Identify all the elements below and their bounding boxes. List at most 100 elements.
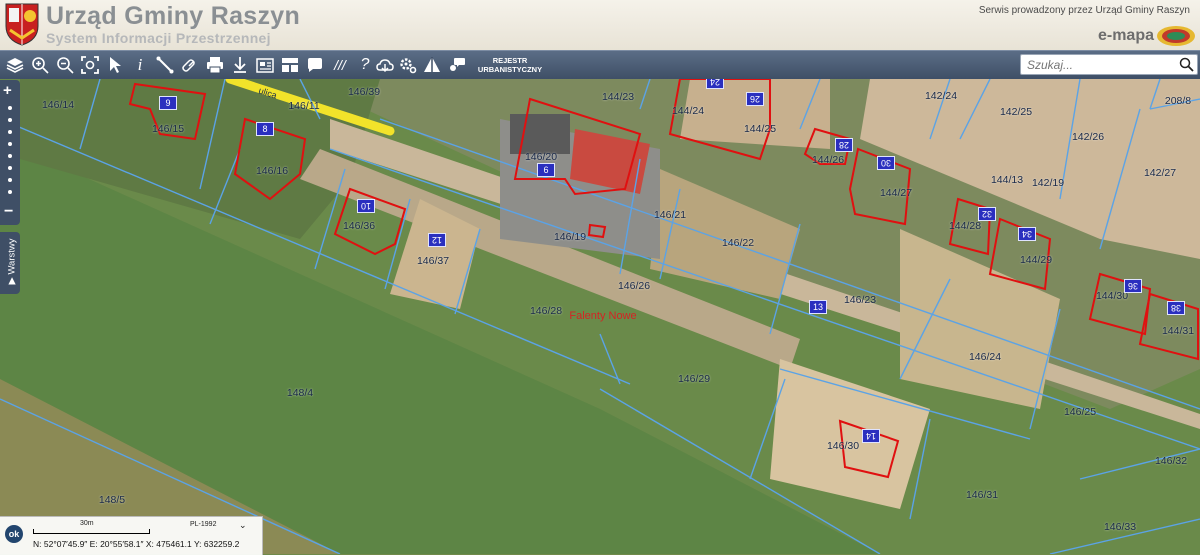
- building-number-30: 30: [877, 156, 895, 170]
- rejestr-urbanistyczny-button[interactable]: REJESTR URBANISTYCZNY: [474, 56, 546, 74]
- zoom-in-icon[interactable]: [29, 54, 51, 76]
- pin-icon[interactable]: [229, 54, 251, 76]
- scale-bar: [33, 529, 150, 534]
- parcel-label-146-22: 146/22: [721, 237, 755, 249]
- zoom-minus-button[interactable]: −: [4, 203, 13, 221]
- link-icon[interactable]: [179, 54, 201, 76]
- building-number-10: 10: [357, 199, 375, 213]
- parcel-label-146-26: 146/26: [617, 280, 651, 292]
- toolbar: i /// ? REJESTR URBANISTYCZNY: [0, 50, 1200, 79]
- triangle-icon[interactable]: [421, 54, 443, 76]
- zoom-level-dot[interactable]: [8, 178, 12, 182]
- status-panel: ok 30m PL-1992 ⌄ N: 52°07′45.9″ E: 20°55…: [0, 516, 263, 555]
- search-icon[interactable]: [1179, 57, 1194, 72]
- comment-icon[interactable]: [304, 54, 326, 76]
- building-number-14: 14: [862, 429, 880, 443]
- search-box[interactable]: [1020, 54, 1198, 75]
- parcel-label-146-39: 146/39: [347, 86, 381, 98]
- chevron-down-icon[interactable]: ⌄: [239, 520, 247, 531]
- parcel-label-146-33: 146/33: [1103, 521, 1137, 533]
- parcel-label-144-25: 144/25: [743, 123, 777, 135]
- app-title: Urząd Gminy Raszyn: [46, 2, 301, 30]
- measure-icon[interactable]: [154, 54, 176, 76]
- print-icon[interactable]: [204, 54, 226, 76]
- service-info: Serwis prowadzony przez Urząd Gminy Rasz…: [978, 5, 1190, 16]
- layers-tab-text: Warstwy: [6, 238, 18, 275]
- gmina-crest-logo: [5, 3, 39, 46]
- parcel-label-144-13: 144/13: [990, 174, 1024, 186]
- header: Urząd Gminy Raszyn System Informacji Prz…: [0, 0, 1200, 51]
- parcel-label-144-23: 144/23: [601, 91, 635, 103]
- parcel-label-144-28: 144/28: [948, 220, 982, 232]
- hatch-icon[interactable]: ///: [329, 54, 351, 76]
- select-pointer-icon[interactable]: [104, 54, 126, 76]
- zoom-extent-icon[interactable]: [79, 54, 101, 76]
- parcel-label-142-25: 142/25: [999, 106, 1033, 118]
- chat-icon[interactable]: [446, 54, 468, 76]
- parcel-label-144-29: 144/29: [1019, 254, 1053, 266]
- layers-icon[interactable]: [4, 54, 26, 76]
- layout-icon[interactable]: [254, 54, 276, 76]
- building-number-13: 13: [809, 300, 827, 314]
- zoom-level-dot[interactable]: [8, 118, 12, 122]
- emapa-logo: [1157, 26, 1195, 46]
- parcel-label-142-19: 142/19: [1031, 177, 1065, 189]
- layers-panel-tab[interactable]: ▶ Warstwy: [0, 232, 20, 294]
- parcel-label-142-27: 142/27: [1143, 167, 1177, 179]
- parcel-label-148-5: 148/5: [98, 494, 126, 506]
- zoom-level-dot[interactable]: [8, 106, 12, 110]
- info-icon[interactable]: i: [129, 54, 151, 76]
- help-icon[interactable]: ?: [354, 54, 376, 76]
- zoom-level-dot[interactable]: [8, 154, 12, 158]
- settings-icon[interactable]: [397, 54, 419, 76]
- parcel-label-142-26: 142/26: [1071, 131, 1105, 143]
- parcel-label-146-23: 146/23: [843, 294, 877, 306]
- ok-button[interactable]: ok: [5, 525, 23, 543]
- layers-tab-label: ▶ Warstwy: [6, 238, 18, 285]
- building-number-38: 38: [1167, 301, 1185, 315]
- building-number-6: 6: [537, 163, 555, 177]
- building-number-24: 24: [706, 79, 724, 89]
- parcel-label-144-26: 144/26: [811, 154, 845, 166]
- cloud-icon[interactable]: [374, 54, 396, 76]
- zoom-level-dot[interactable]: [8, 130, 12, 134]
- building-number-36: 36: [1124, 279, 1142, 293]
- zoom-out-icon[interactable]: [54, 54, 76, 76]
- export-icon[interactable]: [279, 54, 301, 76]
- zoom-level-dot[interactable]: [8, 142, 12, 146]
- parcel-label-208-8: 208/8: [1164, 95, 1192, 107]
- scale-label: 30m: [80, 520, 94, 527]
- parcel-label-146-11: 146/11: [288, 100, 320, 112]
- building-number-32: 32: [978, 207, 996, 221]
- parcel-label-146-29: 146/29: [677, 373, 711, 385]
- parcel-label-144-31: 144/31: [1161, 325, 1195, 337]
- building-number-34: 34: [1018, 227, 1036, 241]
- parcel-label-144-27: 144/27: [879, 187, 913, 199]
- parcel-label-146-28: 146/28: [529, 305, 563, 317]
- locality-label: Falenty Nowe: [569, 310, 637, 322]
- zoom-level-dot[interactable]: [8, 190, 12, 194]
- building-number-12: 12: [428, 233, 446, 247]
- coordinates-readout: N: 52°07′45.9″ E: 20°55′58.1″ X: 475461.…: [33, 539, 240, 549]
- app-subtitle: System Informacji Przestrzennej: [46, 30, 271, 46]
- zoom-level-dot[interactable]: [8, 166, 12, 170]
- crs-select[interactable]: PL-1992: [190, 521, 216, 528]
- parcel-label-146-36: 146/36: [342, 220, 376, 232]
- parcel-label-146-30: 146/30: [826, 440, 860, 452]
- parcel-label-146-20: 146/20: [524, 151, 558, 163]
- parcel-label-146-25: 146/25: [1063, 406, 1097, 418]
- building-number-9: 9: [159, 96, 177, 110]
- zoom-bar: + −: [0, 80, 20, 225]
- parcel-label-146-37: 146/37: [416, 255, 450, 267]
- parcel-label-146-19: 146/19: [553, 231, 587, 243]
- rejestr-line2: URBANISTYCZNY: [477, 65, 543, 74]
- map-view[interactable]: ulica 146/14 146/15 146/11 146/39 146/16…: [0, 79, 1200, 554]
- emapa-brand[interactable]: e-mapa: [1098, 27, 1154, 45]
- parcel-label-146-31: 146/31: [965, 489, 999, 501]
- zoom-plus-button[interactable]: +: [3, 82, 12, 99]
- search-input[interactable]: [1021, 55, 1177, 74]
- building-number-26: 26: [746, 92, 764, 106]
- building-number-8: 8: [256, 122, 274, 136]
- parcel-label-146-16: 146/16: [255, 165, 289, 177]
- parcel-label-142-24: 142/24: [924, 90, 958, 102]
